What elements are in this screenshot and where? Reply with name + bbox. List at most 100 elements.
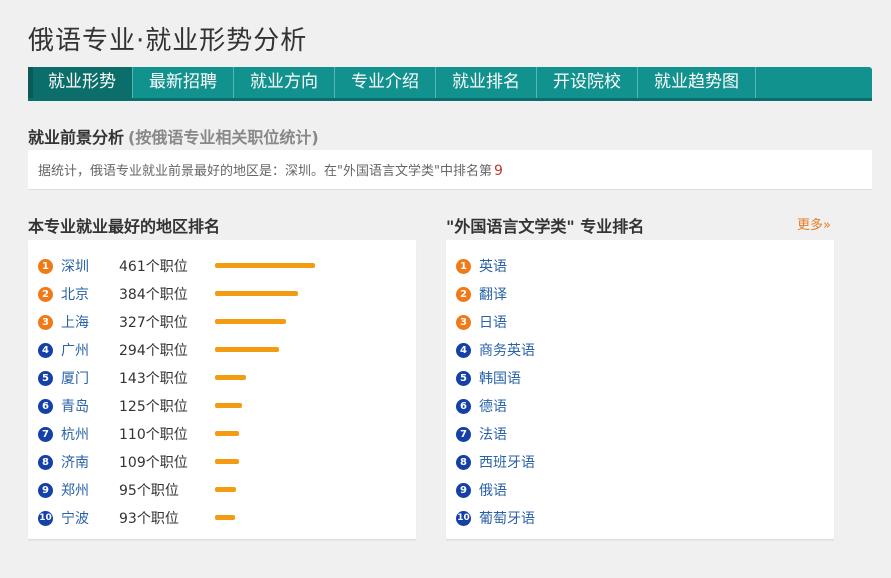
- region-city-link[interactable]: 厦门: [61, 368, 119, 388]
- region-job-count: 384个职位: [119, 287, 188, 303]
- region-job-count: 109个职位: [119, 455, 188, 471]
- major-link[interactable]: 德语: [479, 396, 507, 416]
- job-bar: [215, 291, 298, 296]
- job-bar: [215, 459, 239, 464]
- region-row: 2 北京 384个职位: [38, 280, 325, 308]
- job-bar-track: [215, 375, 325, 381]
- nav-tab-2[interactable]: 就业方向: [234, 67, 335, 98]
- region-job-count: 110个职位: [119, 427, 188, 443]
- rank-badge: 1: [456, 258, 471, 274]
- region-job-count: 143个职位: [119, 371, 188, 387]
- region-job-count: 95个职位: [119, 483, 179, 499]
- region-job-count: 125个职位: [119, 399, 188, 415]
- region-row: 1 深圳 461个职位: [38, 252, 325, 280]
- region-city-link[interactable]: 郑州: [61, 480, 119, 500]
- region-city-link[interactable]: 北京: [61, 284, 119, 304]
- region-row: 8 济南 109个职位: [38, 448, 325, 476]
- rank-badge: 7: [456, 426, 471, 442]
- major-link[interactable]: 翻译: [479, 284, 507, 304]
- rank-badge: 8: [456, 454, 471, 470]
- job-bar-track: [215, 347, 325, 353]
- region-row: 4 广州 294个职位: [38, 336, 325, 364]
- job-bar: [215, 263, 315, 268]
- region-row: 10 宁波 93个职位: [38, 504, 325, 532]
- rank-badge: 7: [38, 426, 53, 442]
- rank-badge: 3: [456, 314, 471, 330]
- region-row: 9 郑州 95个职位: [38, 476, 325, 504]
- region-job-count: 93个职位: [119, 511, 179, 527]
- major-row: 2 翻译: [456, 280, 507, 308]
- major-row: 6 德语: [456, 392, 507, 420]
- major-link[interactable]: 法语: [479, 424, 507, 444]
- region-job-count: 294个职位: [119, 343, 188, 359]
- region-city-link[interactable]: 宁波: [61, 508, 119, 528]
- rank-badge: 1: [38, 258, 53, 274]
- job-bar: [215, 431, 239, 436]
- major-link[interactable]: 英语: [479, 256, 507, 276]
- major-row: 1 英语: [456, 252, 507, 280]
- region-city-link[interactable]: 杭州: [61, 424, 119, 444]
- major-link[interactable]: 葡萄牙语: [479, 508, 535, 528]
- major-row: 10 葡萄牙语: [456, 504, 535, 532]
- region-city-link[interactable]: 青岛: [61, 396, 119, 416]
- major-row: 9 俄语: [456, 476, 507, 504]
- job-bar: [215, 375, 246, 380]
- major-link[interactable]: 俄语: [479, 480, 507, 500]
- job-bar-track: [215, 515, 325, 521]
- region-city-link[interactable]: 深圳: [61, 256, 119, 276]
- job-bar-track: [215, 431, 325, 437]
- major-link[interactable]: 商务英语: [479, 340, 535, 360]
- job-bar-track: [215, 459, 325, 465]
- job-bar: [215, 403, 242, 408]
- majors-heading: "外国语言文学类" 专业排名: [446, 217, 645, 236]
- rank-badge: 3: [38, 314, 53, 330]
- rank-badge: 9: [38, 482, 53, 498]
- nav-tab-3[interactable]: 专业介绍: [335, 67, 436, 98]
- prospect-summary: 据统计，俄语专业就业前景最好的地区是：深圳。在"外国语言文学类"中排名第 9: [28, 150, 872, 190]
- region-row: 5 厦门 143个职位: [38, 364, 325, 392]
- region-job-count: 327个职位: [119, 315, 188, 331]
- job-bar-track: [215, 319, 325, 325]
- nav-tab-0[interactable]: 就业形势: [28, 67, 133, 98]
- rank-badge: 2: [38, 286, 53, 302]
- nav-tab-6[interactable]: 就业趋势图: [638, 67, 756, 98]
- rank-badge: 2: [456, 286, 471, 302]
- rank-badge: 9: [456, 482, 471, 498]
- nav-tab-1[interactable]: 最新招聘: [133, 67, 234, 98]
- main-nav: 就业形势 最新招聘 就业方向 专业介绍 就业排名 开设院校 就业趋势图: [28, 67, 872, 101]
- job-bar: [215, 487, 236, 492]
- rank-badge: 5: [456, 370, 471, 386]
- major-link[interactable]: 韩国语: [479, 368, 521, 388]
- major-link[interactable]: 西班牙语: [479, 452, 535, 472]
- page-title: 俄语专业·就业形势分析: [28, 26, 308, 56]
- summary-rank: 9: [493, 163, 503, 179]
- region-job-count: 461个职位: [119, 259, 188, 275]
- major-row: 4 商务英语: [456, 336, 535, 364]
- major-link[interactable]: 日语: [479, 312, 507, 332]
- prospect-title-text: 就业前景分析: [28, 128, 125, 147]
- major-row: 5 韩国语: [456, 364, 521, 392]
- prospect-subtitle: (按俄语专业相关职位统计): [128, 128, 319, 147]
- more-link[interactable]: 更多»: [797, 214, 831, 233]
- major-row: 7 法语: [456, 420, 507, 448]
- rank-badge: 4: [456, 342, 471, 358]
- regions-panel: 1 深圳 461个职位 2 北京 384个职位 3 上海 327个职位 4 广州 294个职位 5 厦门 1…: [28, 240, 416, 540]
- rank-badge: 10: [456, 510, 471, 526]
- nav-tab-4[interactable]: 就业排名: [436, 67, 537, 98]
- rank-badge: 5: [38, 370, 53, 386]
- job-bar-track: [215, 263, 325, 269]
- region-row: 6 青岛 125个职位: [38, 392, 325, 420]
- majors-panel: 1 英语 2 翻译 3 日语 4 商务英语 5 韩国语 6 德语 7 法语 8 西班牙语 9 俄语 10 葡萄牙语: [446, 240, 834, 540]
- job-bar: [215, 515, 235, 520]
- region-city-link[interactable]: 广州: [61, 340, 119, 360]
- rank-badge: 4: [38, 342, 53, 358]
- region-city-link[interactable]: 济南: [61, 452, 119, 472]
- job-bar-track: [215, 403, 325, 409]
- region-city-link[interactable]: 上海: [61, 312, 119, 332]
- rank-badge: 10: [38, 510, 53, 526]
- region-row: 7 杭州 110个职位: [38, 420, 325, 448]
- summary-text: 据统计，俄语专业就业前景最好的地区是：深圳。在"外国语言文学类"中排名第: [38, 164, 492, 179]
- job-bar: [215, 319, 286, 324]
- nav-tab-5[interactable]: 开设院校: [537, 67, 638, 98]
- job-bar: [215, 347, 279, 352]
